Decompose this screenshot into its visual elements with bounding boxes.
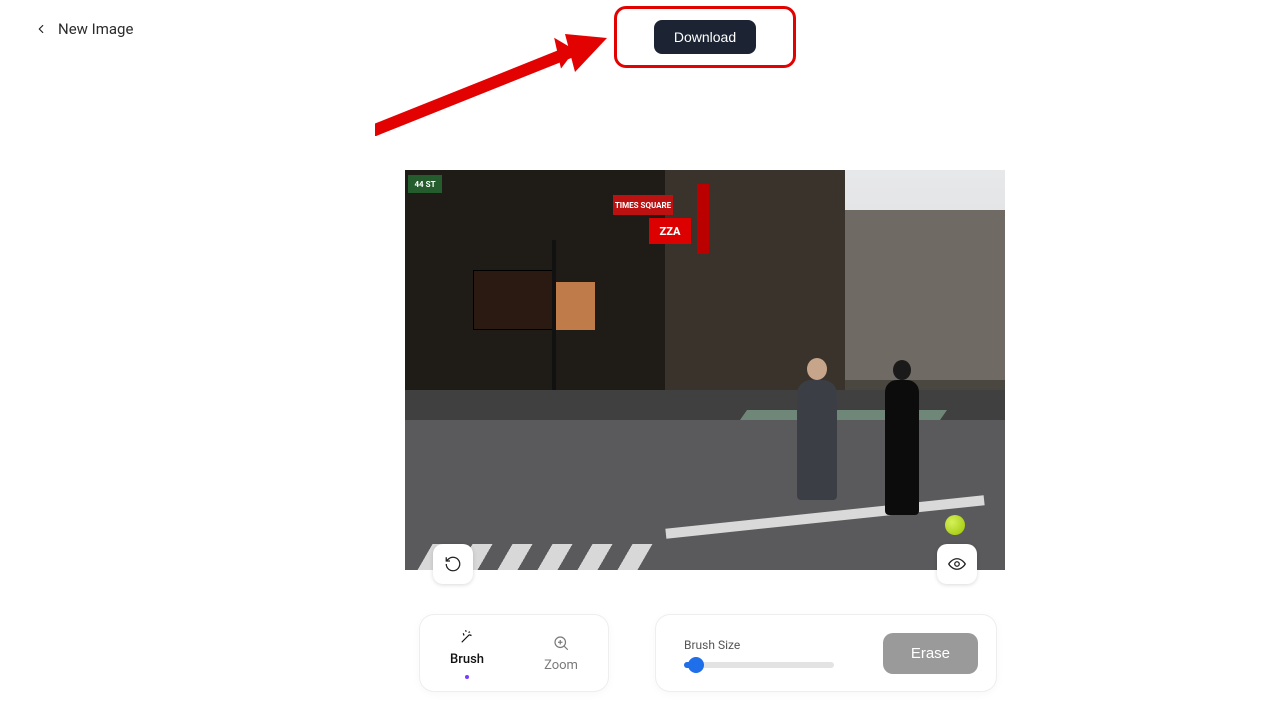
brush-cursor	[945, 515, 965, 535]
brush-size-label: Brush Size	[684, 638, 861, 652]
zoom-in-icon	[552, 634, 570, 652]
brush-size-slider[interactable]	[684, 662, 834, 668]
canvas-area[interactable]: TIMES SQUARE ZZA 44 ST	[405, 170, 1005, 570]
magic-wand-icon	[458, 628, 476, 646]
chevron-left-icon	[34, 22, 48, 36]
tool-panels: Brush Zoom Brush Size Erase	[420, 615, 996, 691]
zoom-tool-label: Zoom	[544, 658, 578, 673]
erase-button[interactable]: Erase	[883, 633, 978, 674]
download-highlight-box: Download	[614, 6, 796, 68]
pizza-sign: ZZA	[649, 218, 691, 244]
edited-image[interactable]: TIMES SQUARE ZZA 44 ST	[405, 170, 1005, 570]
erase-button-label: Erase	[911, 645, 950, 662]
new-image-label: New Image	[58, 20, 133, 38]
bar-neon	[697, 184, 709, 254]
times-square-sign: TIMES SQUARE	[613, 195, 673, 215]
pedestrian	[885, 380, 919, 515]
brush-size-control: Brush Size	[684, 638, 861, 668]
eye-icon	[948, 555, 966, 573]
pedestrian	[797, 380, 837, 500]
brush-tool-label: Brush	[450, 652, 484, 667]
zoom-tool[interactable]: Zoom	[532, 626, 590, 681]
street-sign: 44 ST	[408, 175, 442, 193]
new-image-link[interactable]: New Image	[34, 20, 133, 38]
tools-panel: Brush Zoom	[420, 615, 608, 691]
download-button[interactable]: Download	[654, 20, 756, 54]
slider-knob[interactable]	[688, 657, 704, 673]
top-bar: New Image Download	[0, 18, 1275, 58]
rotate-icon	[444, 555, 462, 573]
reset-button[interactable]	[433, 544, 473, 584]
active-indicator-dot	[465, 675, 469, 679]
preview-button[interactable]	[937, 544, 977, 584]
download-button-label: Download	[674, 29, 736, 45]
brush-tool[interactable]: Brush	[438, 620, 496, 687]
brush-panel: Brush Size Erase	[656, 615, 996, 691]
